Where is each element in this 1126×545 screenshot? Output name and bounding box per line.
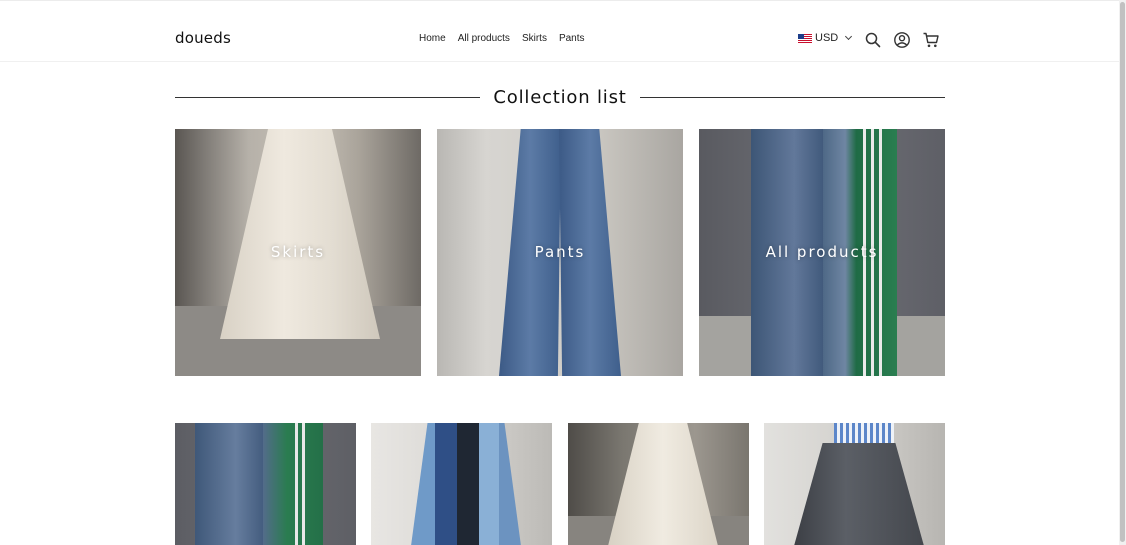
nav-all-products[interactable]: All products <box>458 33 510 44</box>
product-card-patchwork-wide-pants[interactable] <box>371 423 552 545</box>
side-stripe <box>302 423 305 545</box>
skirt-image <box>220 129 380 339</box>
product-card-cream-knit-skirt[interactable] <box>568 423 749 545</box>
product-card-gray-pleated-skirt[interactable] <box>764 423 945 545</box>
product-image-part <box>195 423 263 545</box>
product-image-part <box>794 443 924 545</box>
chevron-down-icon <box>845 32 853 41</box>
divider-left <box>175 96 481 98</box>
collection-card-all-products[interactable]: All products <box>699 129 945 376</box>
currency-code: USD <box>815 32 839 44</box>
page: doueds Home All products Skirts Pants US… <box>0 0 1119 545</box>
main-nav: Home All products Skirts Pants <box>419 33 585 44</box>
divider-right <box>639 96 946 98</box>
product-card-striped-denim-pants[interactable] <box>175 423 356 545</box>
product-image-part <box>263 423 323 545</box>
us-flag-icon <box>798 33 812 43</box>
collection-label: Skirts <box>270 243 326 261</box>
striped-shirt-image <box>834 423 894 445</box>
cart-icon[interactable] <box>922 31 940 49</box>
collection-list-heading: Collection list <box>175 83 946 111</box>
nav-home[interactable]: Home <box>419 33 446 44</box>
product-image-part <box>411 423 521 545</box>
search-icon[interactable] <box>864 31 882 49</box>
nav-skirts[interactable]: Skirts <box>522 33 547 44</box>
collection-card-skirts[interactable]: Skirts <box>175 129 421 376</box>
scrollbar[interactable] <box>1119 0 1126 545</box>
scrollbar-thumb[interactable] <box>1120 2 1125 542</box>
side-stripe <box>295 423 298 545</box>
collection-label: Pants <box>534 243 586 261</box>
section-title: Collection list <box>493 86 627 108</box>
nav-pants[interactable]: Pants <box>559 33 585 44</box>
account-icon[interactable] <box>893 31 911 49</box>
collection-card-pants[interactable]: Pants <box>437 129 683 376</box>
product-image-part <box>608 423 718 545</box>
site-header: doueds Home All products Skirts Pants US… <box>0 2 1119 62</box>
currency-selector[interactable]: USD <box>798 32 853 44</box>
collection-label: All products <box>765 243 879 261</box>
store-logo[interactable]: doueds <box>175 29 231 47</box>
